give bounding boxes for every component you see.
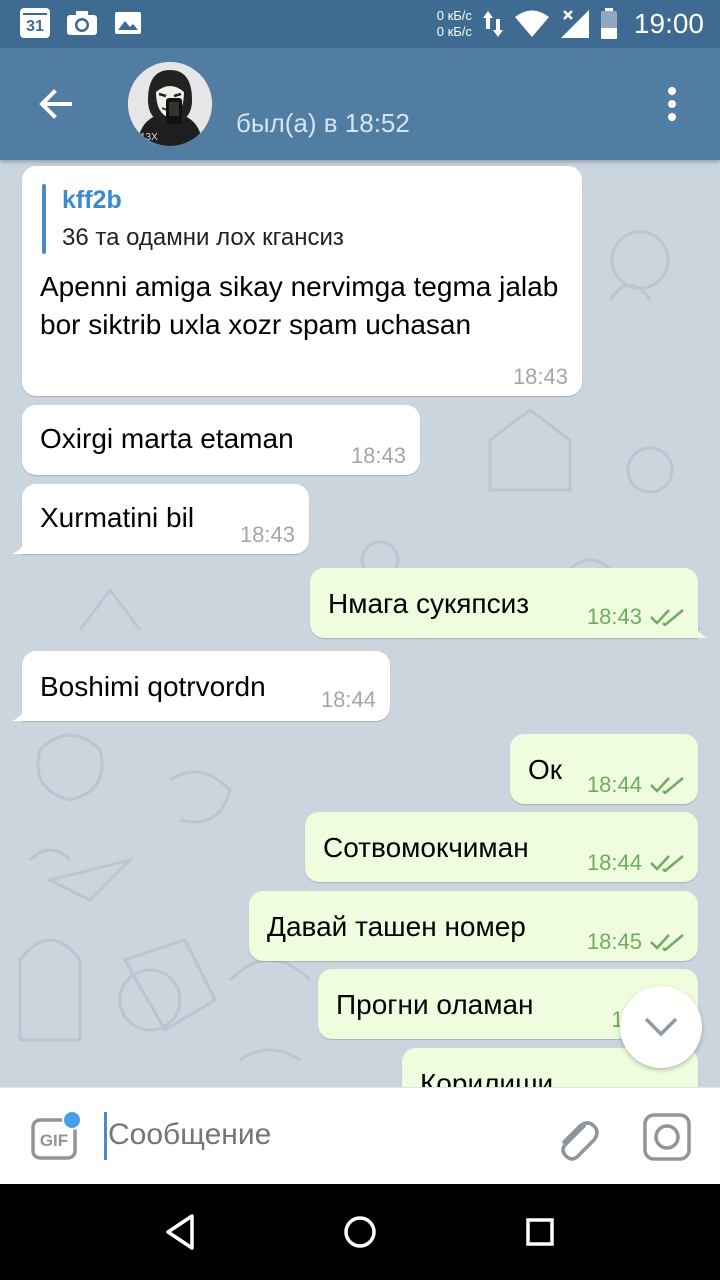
message-time: 18:43 (512, 364, 568, 389)
message-bubble[interactable]: Сотвомокчиман 18:44 (305, 812, 698, 882)
reply-indicator (42, 184, 46, 254)
message-time: 18:44 (586, 772, 642, 797)
message-bubble[interactable]: Ок 18:44 (510, 734, 698, 804)
bubble-tail (12, 705, 28, 721)
message-bubble[interactable]: Xurmatini bil 18:43 (12, 484, 309, 554)
reply-preview: 36 та одамни лох кгансиз (62, 224, 344, 251)
message-text: Сотвомокчиман (323, 832, 529, 863)
message-time: 18:43 (239, 522, 295, 547)
reply-sender[interactable]: kff2b (62, 186, 122, 215)
signal-icon (560, 10, 589, 38)
wifi-icon (514, 10, 549, 37)
chevron-down-icon (644, 1017, 678, 1037)
message-text: Boshimi qotrvordn (40, 671, 266, 702)
message-composer: GIF (0, 1087, 720, 1184)
message-input[interactable] (108, 1118, 528, 1152)
message-list[interactable]: kff2b 36 та одамни лох кгансиз Apenni am… (0, 160, 720, 1087)
image-icon (115, 12, 141, 34)
bubble-tail (692, 622, 708, 638)
calendar-icon: 31 (20, 8, 50, 38)
message-text: Нмага сукяпсиз (328, 588, 530, 619)
svg-text:13X: 13X (140, 132, 158, 143)
nav-home-icon[interactable] (336, 1208, 384, 1256)
message-time: 18:43 (350, 443, 406, 468)
status-bar: 31 0 кБ/с 0 кБ/с 19:00 (0, 0, 720, 48)
nav-recents-icon[interactable] (516, 1208, 564, 1256)
paperclip-icon[interactable] (552, 1114, 600, 1162)
read-check-icon (650, 777, 684, 794)
read-check-icon (650, 855, 684, 872)
scroll-to-bottom-button[interactable] (620, 986, 702, 1068)
gif-label: GIF (40, 1131, 68, 1150)
system-navigation-bar (0, 1184, 720, 1280)
more-vertical-icon[interactable] (660, 84, 684, 124)
message-text: Прогни оламан (336, 989, 534, 1020)
message-text: Apenni amiga sikay nervimga tegma jalab … (40, 271, 559, 340)
message-bubble[interactable]: Oxirgi marta etaman 18:43 (22, 405, 420, 475)
read-check-icon (650, 609, 684, 626)
speed-down: 0 кБ/с (436, 24, 472, 39)
clock: 19:00 (633, 8, 704, 39)
message-time: 18:44 (320, 687, 376, 712)
avatar[interactable]: 13X (128, 62, 212, 146)
bubble-tail (12, 538, 28, 554)
message-bubble[interactable]: Нмага сукяпсиз 18:43 (310, 568, 708, 638)
notification-dot (62, 1110, 82, 1130)
nav-back-icon[interactable] (156, 1208, 204, 1256)
back-arrow-icon[interactable] (36, 84, 76, 124)
message-text: Xurmatini bil (40, 502, 195, 533)
message-text: Давай ташен номер (267, 911, 526, 942)
message-text: Oxirgi marta etaman (40, 423, 294, 454)
message-bubble[interactable]: Boshimi qotrvordn 18:44 (12, 651, 390, 721)
message-time: 18:45 (586, 929, 642, 954)
text-cursor (104, 1112, 107, 1160)
message-bubble[interactable]: Давай ташен номер 18:45 (249, 891, 698, 961)
message-text: Корилиши (420, 1068, 554, 1087)
message-time: 18:44 (586, 850, 642, 875)
speed-up: 0 кБ/с (436, 8, 472, 23)
data-arrows-icon (482, 11, 503, 37)
message-text: Ок (528, 754, 563, 785)
battery-icon (600, 8, 617, 39)
camera-icon[interactable] (642, 1112, 692, 1162)
network-speed: 0 кБ/с 0 кБ/с (437, 8, 472, 40)
avatar-image: 13X (128, 62, 212, 146)
message-bubble[interactable]: kff2b 36 та одамни лох кгансиз Apenni am… (22, 166, 582, 396)
presence-status: был(а) в 18:52 (236, 108, 410, 138)
read-check-icon (650, 934, 684, 951)
chat-header: 13X был(а) в 18:52 (0, 48, 720, 160)
camera-icon (67, 11, 97, 35)
message-time: 18:43 (586, 604, 642, 629)
calendar-day: 31 (26, 18, 44, 35)
